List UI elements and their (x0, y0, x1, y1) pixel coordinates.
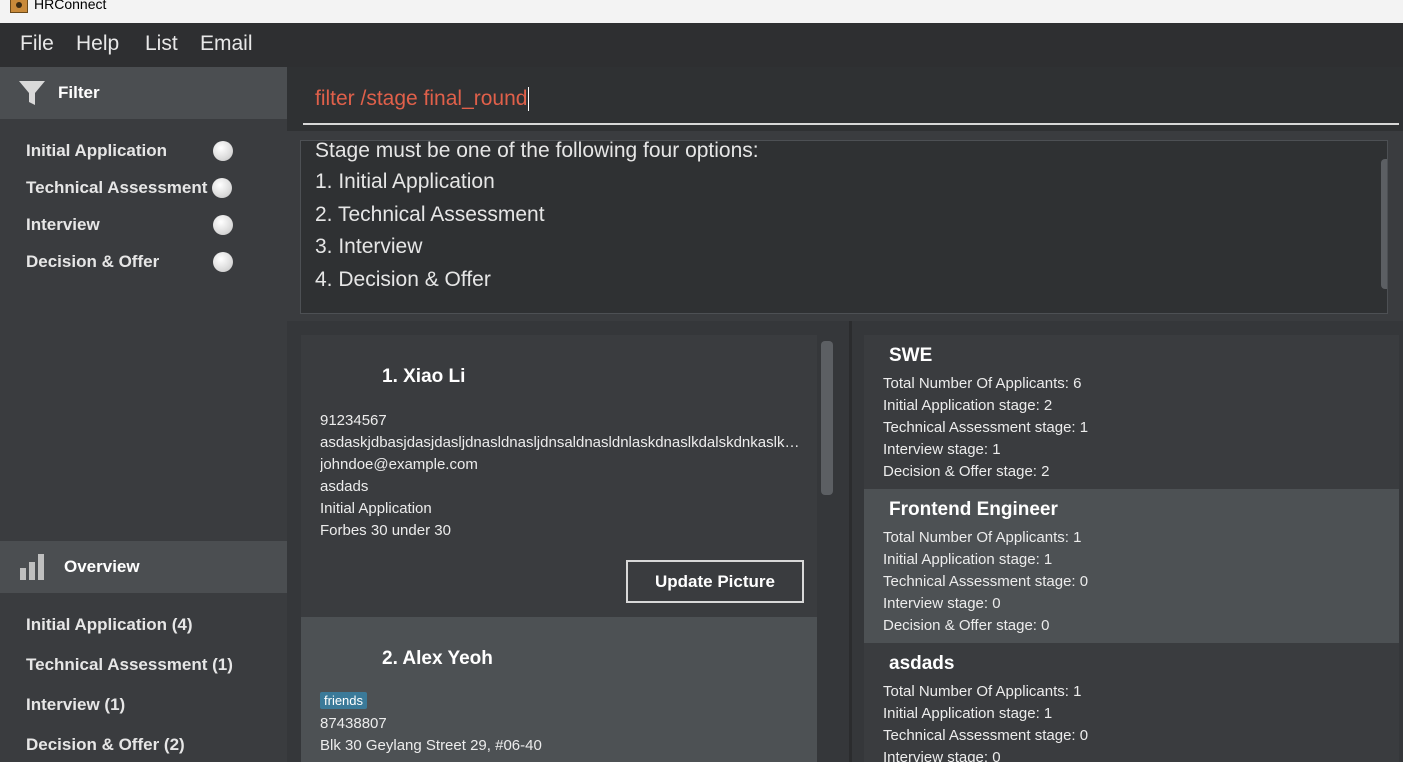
job-initial: Initial Application stage: 2 (883, 397, 1053, 414)
person-address: Blk 30 Geylang Street 29, #06-40 (320, 737, 542, 754)
menu-help[interactable]: Help (76, 32, 119, 56)
job-interview: Interview stage: 1 (883, 441, 1001, 458)
result-scrollbar[interactable] (1381, 159, 1387, 289)
menu-bar: File Help List Email (0, 23, 1403, 67)
job-card[interactable]: SWE Total Number Of Applicants: 6 Initia… (864, 335, 1399, 489)
update-picture-button[interactable]: Update Picture (626, 560, 804, 603)
result-line: 3. Interview (315, 235, 423, 258)
person-card[interactable]: 2. Alex Yeoh friends 87438807 Blk 30 Gey… (301, 617, 817, 762)
overview-stage-decision-offer: Decision & Offer (2) (26, 735, 185, 754)
funnel-icon (19, 81, 45, 105)
result-line: 4. Decision & Offer (315, 268, 491, 291)
job-decision: Decision & Offer stage: 2 (883, 463, 1050, 480)
job-title: asdads (889, 653, 955, 674)
overview-stage-interview: Interview (1) (26, 695, 126, 714)
person-card[interactable]: 1. Xiao Li 91234567 asdaskjdbasjdasjdasl… (301, 335, 817, 617)
overview-header-label: Overview (64, 557, 140, 576)
job-interview: Interview stage: 0 (883, 749, 1001, 762)
result-line: Stage must be one of the following four … (315, 140, 759, 162)
filter-header-label: Filter (58, 83, 100, 102)
filter-radio[interactable] (212, 178, 232, 198)
job-initial: Initial Application stage: 1 (883, 705, 1053, 722)
menu-file[interactable]: File (20, 32, 54, 56)
person-job: asdads (320, 478, 369, 495)
person-name: 2. Alex Yeoh (382, 648, 493, 669)
job-technical: Technical Assessment stage: 1 (883, 419, 1089, 436)
filter-option-technical-assessment[interactable]: Technical Assessment (26, 175, 266, 203)
command-input[interactable]: filter /stage final_round (303, 79, 1399, 125)
job-list: SWE Total Number Of Applicants: 6 Initia… (852, 321, 1403, 762)
job-technical: Technical Assessment stage: 0 (883, 573, 1089, 590)
job-card[interactable]: asdads Total Number Of Applicants: 1 Ini… (864, 643, 1399, 762)
overview-stage-technical-assessment: Technical Assessment (1) (26, 655, 233, 674)
job-technical: Technical Assessment stage: 0 (883, 727, 1089, 744)
person-phone: 91234567 (320, 412, 387, 429)
person-address: asdaskjdbasjdasjdasljdnasldnasljdnsaldna… (320, 434, 802, 451)
command-area: filter /stage final_round (287, 67, 1403, 131)
filter-option-interview[interactable]: Interview (26, 212, 266, 240)
filter-option-label: Initial Application (26, 141, 168, 160)
menu-list[interactable]: List (145, 32, 178, 56)
filter-radio[interactable] (213, 141, 233, 161)
job-title: Frontend Engineer (889, 499, 1058, 520)
filter-option-label: Technical Assessment (26, 178, 208, 197)
filter-radio[interactable] (213, 252, 233, 272)
job-decision: Decision & Offer stage: 0 (883, 617, 1050, 634)
menu-email[interactable]: Email (200, 32, 253, 56)
job-total: Total Number Of Applicants: 1 (883, 683, 1082, 700)
filter-option-decision-offer[interactable]: Decision & Offer (26, 249, 266, 277)
result-area: Stage must be one of the following four … (287, 131, 1403, 321)
result-display[interactable]: Stage must be one of the following four … (300, 140, 1388, 314)
window-title: HRConnect (34, 0, 107, 12)
person-name: 1. Xiao Li (382, 366, 466, 387)
command-text: filter /stage final_round (315, 87, 528, 110)
filter-option-initial-application[interactable]: Initial Application (26, 138, 266, 166)
person-note: Forbes 30 under 30 (320, 522, 451, 539)
overview-header: Overview (0, 541, 287, 593)
sidebar: Filter Initial Application Technical Ass… (0, 67, 287, 762)
person-phone: 87438807 (320, 715, 387, 732)
filter-header: Filter (0, 67, 287, 119)
window-title-bar: HRConnect (0, 0, 1403, 23)
job-total: Total Number Of Applicants: 6 (883, 375, 1082, 392)
person-list-scrollbar[interactable] (821, 341, 833, 495)
filter-radio[interactable] (213, 215, 233, 235)
result-line: 1. Initial Application (315, 170, 495, 193)
job-title: SWE (889, 345, 933, 366)
filter-option-label: Decision & Offer (26, 252, 160, 271)
overview-stage-initial-application: Initial Application (4) (26, 615, 193, 634)
bar-chart-icon (20, 554, 44, 580)
job-initial: Initial Application stage: 1 (883, 551, 1053, 568)
job-total: Total Number Of Applicants: 1 (883, 529, 1082, 546)
result-line: 2. Technical Assessment (315, 203, 545, 226)
text-caret (528, 87, 530, 112)
person-stage: Initial Application (320, 500, 432, 517)
app-logo-icon (10, 0, 28, 13)
person-tag: friends (320, 692, 368, 709)
job-interview: Interview stage: 0 (883, 595, 1001, 612)
job-card[interactable]: Frontend Engineer Total Number Of Applic… (864, 489, 1399, 643)
filter-option-label: Interview (26, 215, 100, 234)
person-email: johndoe@example.com (320, 456, 478, 473)
person-list: 1. Xiao Li 91234567 asdaskjdbasjdasjdasl… (287, 321, 849, 762)
